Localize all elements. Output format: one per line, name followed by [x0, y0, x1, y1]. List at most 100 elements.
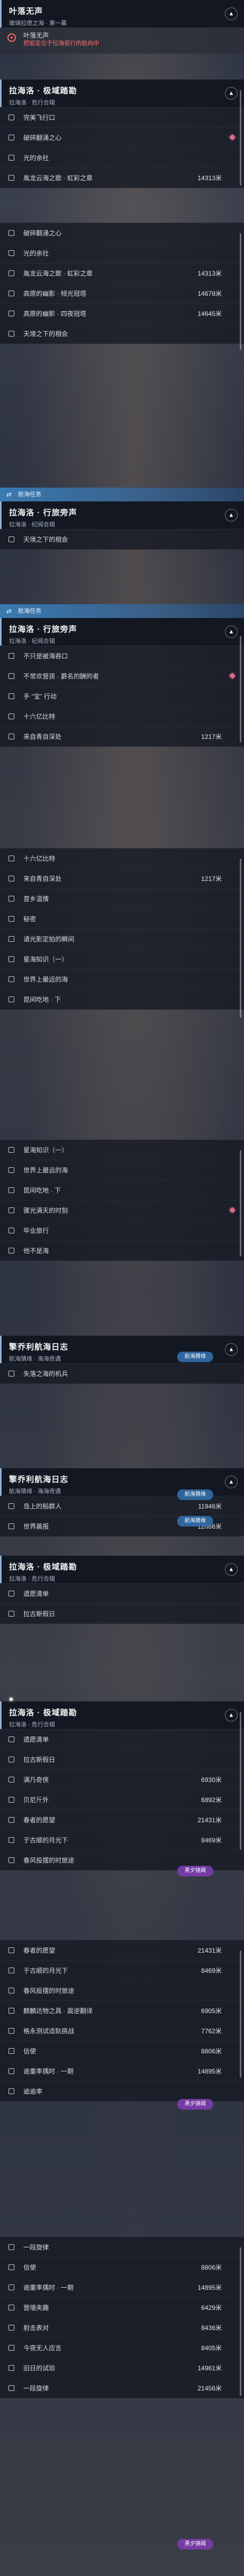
quest-header[interactable]: 叶落无声 玻璃拉德之海 · 第一幕 ▲: [0, 0, 244, 28]
quest-row[interactable]: 春风投摆的时旅途: [0, 1980, 244, 2000]
checkbox-icon[interactable]: [8, 311, 14, 316]
quest-row[interactable]: 天境之下的相会: [0, 323, 244, 343]
checkbox-icon[interactable]: [8, 976, 14, 982]
checkbox-icon[interactable]: [8, 1947, 14, 1953]
quest-row[interactable]: 逾重率偶时 · 一期 14895米: [0, 2277, 244, 2297]
checkbox-icon[interactable]: [8, 2028, 14, 2034]
checkbox-icon[interactable]: [8, 331, 14, 337]
checkbox-icon[interactable]: [8, 2264, 14, 2270]
checkbox-icon[interactable]: [8, 1797, 14, 1803]
quest-header[interactable]: 拉海洛 · 行旅旁声 拉海洛 · 纪闻合辑 ▲: [0, 618, 244, 646]
checkbox-icon[interactable]: [8, 2325, 14, 2331]
checkbox-icon[interactable]: [8, 290, 14, 296]
quest-row[interactable]: 逾重率偶时 · 一期 14895米: [0, 2061, 244, 2081]
quest-row[interactable]: 一段旋律: [0, 2237, 244, 2257]
quest-row[interactable]: 骤光满天的时刻: [0, 1200, 244, 1220]
collapse-icon[interactable]: ▲: [225, 87, 238, 100]
quest-row[interactable]: 逾逾率: [0, 2081, 244, 2101]
collapse-icon[interactable]: ▲: [225, 1563, 238, 1576]
checkbox-icon[interactable]: [8, 1167, 14, 1173]
checkbox-icon[interactable]: [8, 996, 14, 1002]
collapse-icon[interactable]: ▲: [225, 1709, 238, 1722]
quest-row[interactable]: 信使 8806米: [0, 2257, 244, 2277]
checkbox-icon[interactable]: [8, 916, 14, 922]
quest-row[interactable]: 昔乡温情: [0, 888, 244, 908]
collapse-icon[interactable]: ▲: [225, 1343, 238, 1356]
checkbox-icon[interactable]: [8, 1736, 14, 1742]
checkbox-icon[interactable]: [8, 1611, 14, 1617]
quest-row[interactable]: 来自青自深处 1217米: [0, 726, 244, 746]
quest-row[interactable]: 秘密: [0, 908, 244, 929]
quest-row[interactable]: 拉古斯假日: [0, 1749, 244, 1769]
scrollbar[interactable]: [240, 1951, 241, 2078]
collapse-icon[interactable]: ▲: [225, 509, 238, 522]
checkbox-icon[interactable]: [8, 1837, 14, 1843]
checkbox-icon[interactable]: [8, 855, 14, 861]
scrollbar[interactable]: [240, 1712, 241, 1850]
checkbox-icon[interactable]: [8, 713, 14, 719]
quest-row[interactable]: 光的余社: [0, 147, 244, 167]
checkbox-icon[interactable]: [8, 673, 14, 679]
quest-row[interactable]: 一段旋律 21456米: [0, 2378, 244, 2398]
checkbox-icon[interactable]: [8, 2305, 14, 2310]
checkbox-icon[interactable]: [8, 1591, 14, 1596]
quest-row[interactable]: 格永测试适轨挑战 7762米: [0, 2021, 244, 2041]
checkbox-icon[interactable]: [8, 2008, 14, 2014]
quest-row[interactable]: 不常欢营孩 · 爵名的酬的者: [0, 666, 244, 686]
quest-row[interactable]: 星海知识（一）: [0, 949, 244, 969]
checkbox-icon[interactable]: [8, 1248, 14, 1254]
quest-row[interactable]: 拉古斯假日: [0, 1603, 244, 1624]
checkbox-icon[interactable]: [8, 2284, 14, 2290]
quest-row[interactable]: 破碎翻涌之心: [0, 127, 244, 147]
quest-row[interactable]: 天境之下的相会: [0, 529, 244, 549]
quest-row[interactable]: 旧日的试验 14961米: [0, 2358, 244, 2378]
checkbox-icon[interactable]: [8, 2365, 14, 2371]
checkbox-icon[interactable]: [8, 936, 14, 942]
quest-header[interactable]: 拉海洛 · 极域踏勘 拉海洛 · 危行合辑 ▲: [0, 1556, 244, 1583]
scrollbar[interactable]: [240, 859, 241, 1018]
collapse-icon[interactable]: ▲: [225, 1476, 238, 1488]
quest-row[interactable]: 失落之海的机兵: [0, 1363, 244, 1383]
quest-row[interactable]: 胤龙云海之歌 · 虹彩之章 14313米: [0, 263, 244, 283]
checkbox-icon[interactable]: [8, 175, 14, 181]
quest-row[interactable]: 光的余社: [0, 243, 244, 263]
quest-row[interactable]: 昆间吃地 · 下: [0, 989, 244, 1009]
quest-row[interactable]: 春者的愿望 21431米: [0, 1940, 244, 1960]
quest-row[interactable]: 不只是被海吞口: [0, 646, 244, 666]
checkbox-icon[interactable]: [8, 2385, 14, 2391]
quest-row[interactable]: 破碎翻涌之心: [0, 223, 244, 243]
quest-row[interactable]: 于古顺的月光下 8469米: [0, 1960, 244, 1980]
checkbox-icon[interactable]: [8, 1147, 14, 1153]
checkbox-icon[interactable]: [8, 1777, 14, 1783]
quest-row[interactable]: 遗愿清单: [0, 1583, 244, 1603]
quest-row[interactable]: 手 “宝” 行动: [0, 686, 244, 706]
checkbox-icon[interactable]: [8, 2244, 14, 2250]
checkbox-icon[interactable]: [8, 956, 14, 962]
quest-row[interactable]: 满乃奇侠 6930米: [0, 1769, 244, 1789]
quest-row[interactable]: 世界上最远的海: [0, 969, 244, 989]
quest-row[interactable]: 叶落无声 把船定位于拉海若行的航向中: [0, 28, 244, 53]
quest-row[interactable]: 射击表对 8436米: [0, 2317, 244, 2337]
checkbox-icon[interactable]: [8, 250, 14, 256]
checkbox-icon[interactable]: [8, 1757, 14, 1762]
quest-row[interactable]: 星海知识（一）: [0, 1140, 244, 1160]
quest-row[interactable]: 贝尼斤外 6892米: [0, 1789, 244, 1810]
checkbox-icon[interactable]: [8, 1988, 14, 1993]
quest-row[interactable]: 十六亿比特: [0, 848, 244, 868]
quest-row[interactable]: 麒麟达物之具 · 腐逆翻译 6905米: [0, 2000, 244, 2021]
quest-row[interactable]: 来自青自深处 1217米: [0, 868, 244, 888]
quest-row[interactable]: 今夜无人应言 8405米: [0, 2337, 244, 2358]
quest-row[interactable]: 昆间吃地 · 下: [0, 1180, 244, 1200]
checkbox-icon[interactable]: [8, 1817, 14, 1823]
checkbox-icon[interactable]: [8, 270, 14, 276]
checkbox-icon[interactable]: [8, 1187, 14, 1193]
checkbox-icon[interactable]: [8, 2048, 14, 2054]
checkbox-icon[interactable]: [8, 653, 14, 659]
quest-row[interactable]: 毕业旅行: [0, 1220, 244, 1240]
checkbox-icon[interactable]: [8, 536, 14, 542]
scrollbar[interactable]: [240, 233, 241, 350]
checkbox-icon[interactable]: [8, 896, 14, 902]
quest-row[interactable]: 于古顺的月光下 8469米: [0, 1830, 244, 1850]
quest-header[interactable]: 拉海洛 · 极域踏勘 拉海洛 · 危行合辑 ▲: [0, 80, 244, 107]
checkbox-icon[interactable]: [8, 1371, 14, 1377]
